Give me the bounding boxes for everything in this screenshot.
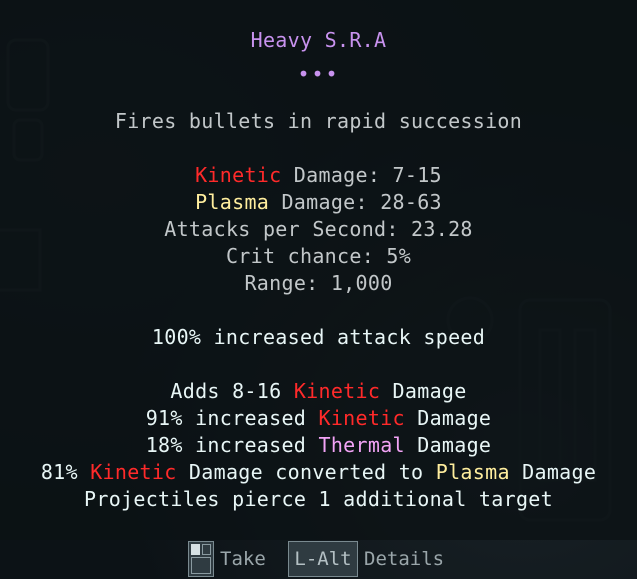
modifier-text: Adds 8-16: [170, 379, 294, 403]
modifier-text: 91% increased: [145, 406, 319, 430]
damage-type-kinetic: Kinetic: [195, 163, 282, 187]
stat-plasma-damage: Plasma Damage: 28-63: [0, 189, 637, 215]
modifier-text: 81%: [40, 460, 91, 484]
damage-type-kinetic: Kinetic: [318, 406, 405, 430]
stat-kinetic-value: Damage: 7-15: [281, 163, 442, 187]
modifier-text: Damage: [509, 460, 597, 484]
modifier-pierce: Projectiles pierce 1 additional target: [84, 487, 553, 511]
item-tooltip: Heavy S.R.A ••• Fires bullets in rapid s…: [0, 0, 637, 540]
item-description: Fires bullets in rapid succession: [114, 109, 523, 133]
modifier-text: Damage: [404, 433, 492, 457]
details-action-label[interactable]: Details: [364, 546, 444, 572]
item-ellipsis: •••: [297, 62, 340, 86]
mouse-left-button-icon[interactable]: [188, 541, 214, 577]
modifier-increased-kinetic: 91% increased Kinetic Damage: [0, 405, 637, 431]
modifier-conversion: 81% Kinetic Damage converted to Plasma D…: [0, 459, 637, 485]
take-action-label[interactable]: Take: [220, 546, 266, 572]
stat-range: Range: 1,000: [244, 271, 393, 295]
modifier-text: Damage converted to: [176, 460, 436, 484]
modifier-text: 18% increased: [145, 433, 319, 457]
implicit-attack-speed: 100% increased attack speed: [151, 325, 486, 349]
stat-plasma-value: Damage: 28-63: [269, 190, 442, 214]
modifier-adds-kinetic: Adds 8-16 Kinetic Damage: [0, 378, 637, 404]
damage-type-kinetic: Kinetic: [90, 460, 177, 484]
modifier-increased-thermal: 18% increased Thermal Damage: [0, 432, 637, 458]
modifier-text: Damage: [404, 406, 492, 430]
damage-type-thermal: Thermal: [318, 433, 405, 457]
damage-type-plasma: Plasma: [435, 460, 510, 484]
item-title: Heavy S.R.A: [250, 28, 387, 52]
damage-type-plasma: Plasma: [195, 190, 270, 214]
damage-type-kinetic: Kinetic: [293, 379, 381, 403]
stat-attacks-per-second: Attacks per Second: 23.28: [164, 217, 473, 241]
action-hint-bar: Take L-Alt Details: [0, 538, 637, 579]
stat-crit-chance: Crit chance: 5%: [225, 244, 412, 268]
alt-key-badge[interactable]: L-Alt: [288, 541, 358, 577]
stat-kinetic-damage: Kinetic Damage: 7-15: [0, 162, 637, 188]
modifier-text: Damage: [380, 379, 467, 403]
